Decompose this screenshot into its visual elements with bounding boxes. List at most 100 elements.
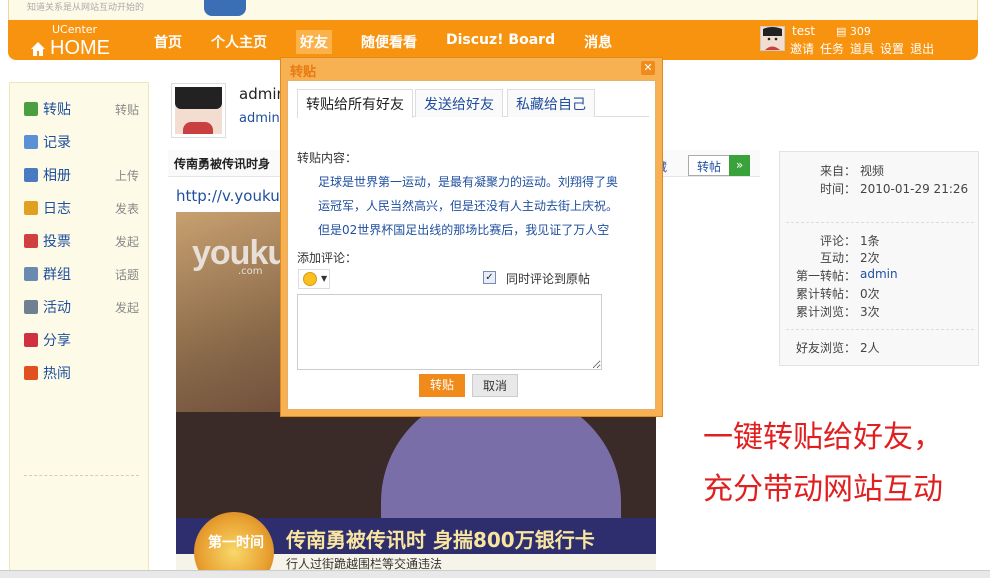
chevron-down-icon: ▼ bbox=[321, 274, 328, 283]
submit-button[interactable]: 转贴 bbox=[419, 374, 465, 397]
sidebar-item[interactable]: 群组 话题 bbox=[24, 264, 139, 284]
emoji-picker-button[interactable]: ▼ bbox=[298, 269, 330, 289]
nav-item[interactable]: 随便看看 bbox=[361, 32, 417, 54]
credits-value: 309 bbox=[849, 25, 871, 38]
nav-item[interactable]: 个人主页 bbox=[211, 32, 267, 54]
info-value: 2010-01-29 21:26 bbox=[860, 182, 969, 196]
sidebar-item-label[interactable]: 日志 bbox=[43, 198, 71, 218]
user-link[interactable]: 邀请 bbox=[790, 40, 814, 57]
close-icon[interactable]: ✕ bbox=[641, 61, 655, 75]
comment-input[interactable] bbox=[297, 294, 602, 370]
poll-chart-icon bbox=[24, 234, 38, 248]
credits-count: ▤ 309 bbox=[836, 25, 871, 38]
sync-comment-label: 同时评论到原帖 bbox=[506, 272, 591, 286]
house-icon bbox=[31, 41, 45, 56]
nav-item[interactable]: Discuz! Board bbox=[446, 32, 555, 54]
sidebar-item-label[interactable]: 热闹 bbox=[43, 363, 71, 383]
sidebar-item-action[interactable]: 发起 bbox=[115, 299, 139, 316]
sidebar-item[interactable]: 转贴 转贴 bbox=[24, 99, 139, 119]
channel-logo-text: 第一时间 bbox=[208, 535, 264, 551]
content-label: 转贴内容： bbox=[297, 151, 358, 165]
info-divider bbox=[786, 222, 974, 223]
dialog-tab[interactable]: 发送给好友 bbox=[415, 89, 503, 117]
banner-globe-icon bbox=[204, 0, 246, 16]
info-key: 好友浏览： bbox=[795, 341, 856, 355]
sidebar-item-label[interactable]: 记录 bbox=[43, 132, 71, 152]
sidebar-item[interactable]: 日志 发表 bbox=[24, 198, 139, 218]
promo-line-1: 一键转贴给好友， bbox=[703, 420, 943, 455]
info-key: 来自： bbox=[819, 164, 856, 178]
group-icon bbox=[24, 267, 38, 281]
double-arrow-icon: » bbox=[729, 155, 750, 176]
sidebar-item-action[interactable]: 话题 bbox=[115, 266, 139, 283]
nav-item[interactable]: 好友 bbox=[296, 30, 332, 54]
nav-item[interactable]: 消息 bbox=[584, 32, 612, 54]
comment-label: 添加评论： bbox=[297, 251, 358, 265]
info-value: 3次 bbox=[860, 305, 880, 319]
sidebar-item[interactable]: 相册 上传 bbox=[24, 165, 139, 185]
smiley-icon bbox=[303, 272, 317, 286]
sidebar-item-action[interactable]: 发表 bbox=[115, 200, 139, 217]
nav-item[interactable]: 首页 bbox=[154, 32, 182, 54]
sidebar-item-label[interactable]: 投票 bbox=[43, 231, 71, 251]
heart-share-icon bbox=[24, 333, 38, 347]
sidebar-item[interactable]: 记录 bbox=[24, 132, 139, 152]
dialog-tab[interactable]: 私藏给自己 bbox=[507, 89, 595, 117]
user-link[interactable]: 任务 bbox=[820, 40, 844, 57]
sidebar-item-label[interactable]: 分享 bbox=[43, 330, 71, 350]
user-avatar[interactable] bbox=[760, 26, 785, 51]
sidebar-item[interactable]: 活动 发起 bbox=[24, 297, 139, 317]
sidebar-item-label[interactable]: 活动 bbox=[43, 297, 71, 317]
sync-comment-checkbox[interactable]: ✓ bbox=[483, 271, 496, 284]
credits-icon: ▤ bbox=[836, 25, 847, 38]
cancel-button[interactable]: 取消 bbox=[472, 374, 518, 397]
promo-line-2: 充分带动网站互动 bbox=[703, 472, 943, 507]
top-banner: 知道关系是从网站互动开始的 bbox=[8, 0, 978, 20]
info-value: 0次 bbox=[860, 287, 880, 301]
post-author-name[interactable]: admin bbox=[239, 85, 286, 103]
sidebar-item-action[interactable]: 转贴 bbox=[115, 101, 139, 118]
user-link[interactable]: 道具 bbox=[850, 40, 874, 57]
video-ticker-text: 传南勇被传讯时 身揣800万银行卡 bbox=[286, 528, 595, 552]
sidebar-item-action[interactable]: 上传 bbox=[115, 167, 139, 184]
post-author-link[interactable]: admin bbox=[239, 111, 280, 126]
user-link[interactable]: 设置 bbox=[880, 40, 904, 57]
main-navbar: UCenter HOME 首页 个人主页 好友 随便看看 Discuz! Board 消息… bbox=[8, 20, 978, 60]
nav-menu: 首页 个人主页 好友 随便看看 Discuz! Board 消息 bbox=[154, 30, 641, 54]
info-key: 时间： bbox=[819, 182, 856, 196]
sidebar-item-label[interactable]: 相册 bbox=[43, 165, 71, 185]
video-watermark-sub: .com bbox=[238, 266, 263, 277]
banner-text: 知道关系是从网站互动开始的 bbox=[27, 3, 145, 13]
sidebar-item-action[interactable]: 发起 bbox=[115, 233, 139, 250]
user-name[interactable]: test bbox=[792, 24, 815, 38]
info-value: 1条 bbox=[860, 234, 880, 248]
post-author-avatar[interactable] bbox=[171, 83, 226, 138]
info-value[interactable]: admin bbox=[860, 267, 898, 281]
info-value: 2次 bbox=[860, 251, 880, 265]
dialog-title: 转贴 bbox=[290, 65, 317, 80]
share-post-icon bbox=[24, 102, 38, 116]
sidebar-item[interactable]: 分享 bbox=[24, 330, 139, 350]
sidebar-item[interactable]: 热闹 bbox=[24, 363, 139, 383]
left-sidebar: 转贴 转贴 记录 相册 上传 日志 发表 投票 发起 群组 话题 活动 发起 分享 热闹 bbox=[9, 82, 149, 578]
sidebar-item-label[interactable]: 转贴 bbox=[43, 99, 71, 119]
post-title[interactable]: 传南勇被传讯时身 bbox=[174, 155, 270, 172]
share-dialog: 转贴 ✕ 转贴给所有好友 发送给好友 私藏给自己 转贴内容： 足球是世界第一运动，是… bbox=[280, 57, 663, 417]
dialog-tabs: 转贴给所有好友 发送给好友 私藏给自己 bbox=[297, 89, 649, 118]
post-url-link[interactable]: http://v.youku bbox=[176, 187, 280, 205]
content-line: 运冠军，人民当然高兴，但是还没有人主动去街上庆祝。 bbox=[318, 199, 619, 213]
info-key: 评论： bbox=[819, 234, 856, 248]
info-key: 互动： bbox=[819, 251, 856, 265]
info-key: 第一转帖： bbox=[795, 269, 856, 283]
horizontal-scrollbar[interactable] bbox=[0, 570, 990, 578]
sidebar-item[interactable]: 投票 发起 bbox=[24, 231, 139, 251]
sidebar-item-label[interactable]: 群组 bbox=[43, 264, 71, 284]
info-value: 视频 bbox=[860, 164, 885, 178]
share-post-button[interactable]: 转帖 » bbox=[688, 155, 750, 176]
content-line: 足球是世界第一运动，是最有凝聚力的运动。刘翔得了奥 bbox=[318, 175, 619, 189]
info-value: 2人 bbox=[860, 341, 880, 355]
user-link[interactable]: 退出 bbox=[910, 40, 934, 57]
dialog-tab[interactable]: 转贴给所有好友 bbox=[297, 89, 413, 118]
calendar-icon bbox=[24, 300, 38, 314]
chat-bubble-icon bbox=[24, 135, 38, 149]
